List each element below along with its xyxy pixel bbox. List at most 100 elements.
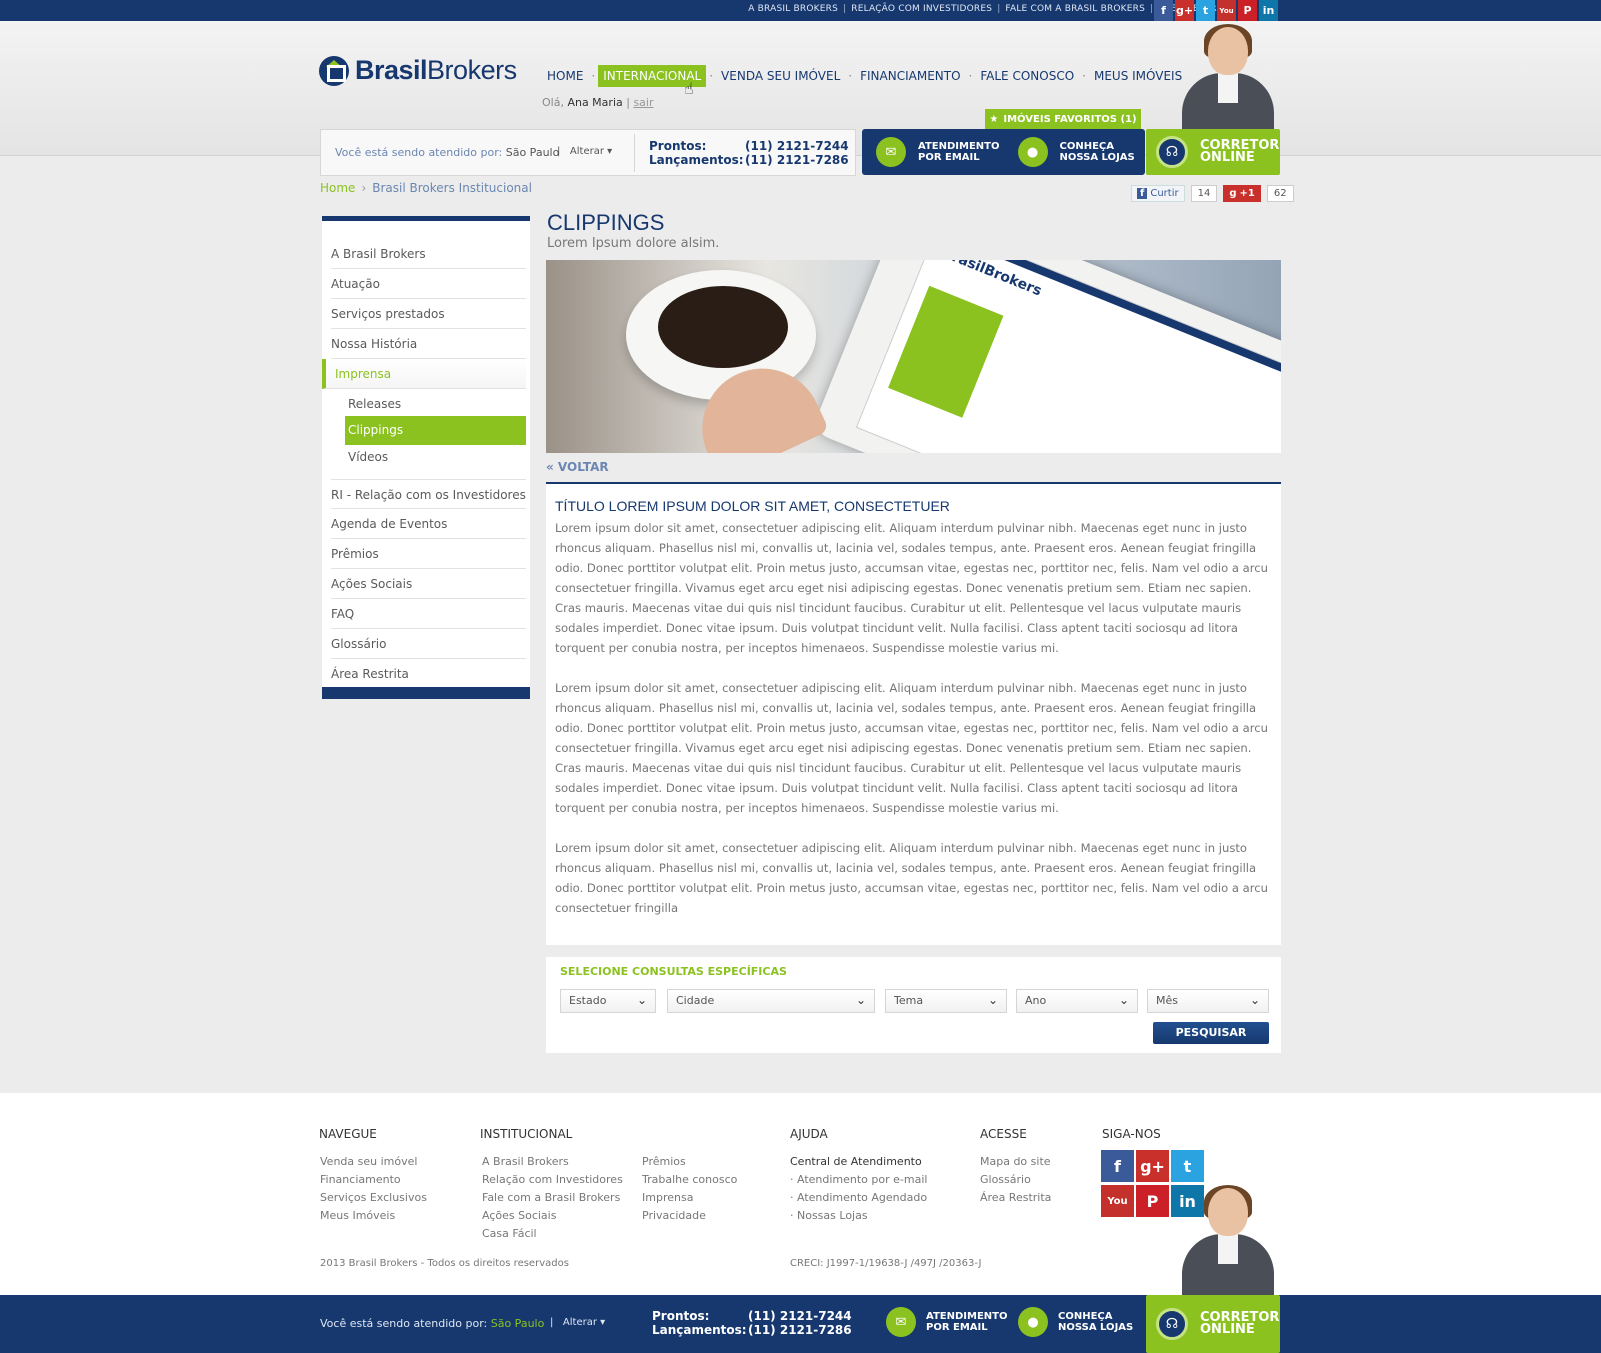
hero-image: BrasilBrokers — [546, 260, 1281, 453]
attendance-label: Você está sendo atendido por: São Paulo — [335, 146, 560, 159]
chevron-down-icon: ⌄ — [636, 993, 647, 1007]
our-stores-button[interactable]: ● CONHEÇA NOSSA LOJAS — [1018, 1307, 1133, 1337]
facebook-icon: f — [1137, 188, 1148, 199]
filter-panel: SELECIONE CONSULTAS ESPECÍFICAS Estado ⌄ … — [546, 957, 1281, 1053]
footer-link[interactable]: Trabalhe conosco — [642, 1173, 737, 1186]
footer-link[interactable]: · Atendimento por e-mail — [790, 1173, 927, 1186]
footer-link[interactable]: Ações Sociais — [482, 1209, 556, 1222]
estado-select[interactable]: Estado ⌄ — [560, 989, 656, 1013]
footer-link[interactable]: Casa Fácil — [482, 1227, 537, 1240]
top-link-fale[interactable]: FALE COM A BRASIL BROKERS — [1005, 4, 1145, 14]
pinterest-icon[interactable]: P — [1238, 0, 1257, 21]
chevron-down-icon: ⌄ — [1118, 993, 1129, 1007]
google-plus-button[interactable]: g +1 — [1223, 185, 1261, 202]
sidebar-item-imprensa[interactable]: Imprensa — [322, 359, 526, 389]
online-broker-button[interactable]: ☊ CORRETOR ONLINE — [1146, 129, 1280, 175]
back-link[interactable]: « VOLTAR — [546, 460, 609, 474]
sidebar-item-agenda[interactable]: Agenda de Eventos — [331, 509, 526, 539]
tablet-illustration: BrasilBrokers — [811, 260, 1281, 453]
footer-link[interactable]: Financiamento — [320, 1173, 401, 1186]
attendance-city: São Paulo — [505, 146, 560, 159]
nav-meus-imoveis[interactable]: MEUS IMÓVEIS — [1089, 65, 1187, 87]
footer-link[interactable]: Área Restrita — [980, 1191, 1051, 1204]
sidebar-item-premios[interactable]: Prêmios — [331, 539, 526, 569]
chevron-down-icon: ⌄ — [1249, 993, 1260, 1007]
footer-link[interactable]: · Nossas Lojas — [790, 1209, 868, 1222]
sidebar-item-atuacao[interactable]: Atuação — [331, 269, 526, 299]
agent-photo — [1178, 24, 1276, 137]
copyright: 2013 Brasil Brokers - Todos os direitos … — [320, 1258, 569, 1269]
footer-link[interactable]: Fale com a Brasil Brokers — [482, 1191, 620, 1204]
footer-link[interactable]: Relação com Investidores — [482, 1173, 623, 1186]
facebook-icon[interactable]: f — [1101, 1150, 1134, 1182]
footer-link[interactable]: Glossário — [980, 1173, 1031, 1186]
google-plus-icon[interactable]: g+ — [1175, 0, 1194, 21]
footer-link[interactable]: Central de Atendimento — [790, 1155, 922, 1168]
footer-link[interactable]: Venda seu imóvel — [320, 1155, 417, 1168]
footer-link[interactable]: Imprensa — [642, 1191, 693, 1204]
envelope-icon: ✉ — [876, 137, 906, 167]
facebook-like-button[interactable]: f Curtir — [1131, 185, 1185, 202]
google-plus-icon[interactable]: g+ — [1136, 1150, 1169, 1182]
nav-home[interactable]: HOME — [542, 65, 588, 87]
favorites-tab[interactable]: ★ IMÓVEIS FAVORITOS (1) — [985, 109, 1141, 129]
footer-link[interactable]: Meus Imóveis — [320, 1209, 395, 1222]
attendance-box: Você está sendo atendido por: São Paulo … — [320, 129, 856, 176]
sidebar-item-a-brasil-brokers[interactable]: A Brasil Brokers — [331, 239, 526, 269]
footer-link[interactable]: Serviços Exclusivos — [320, 1191, 427, 1204]
article-paragraph-1: Lorem ipsum dolor sit amet, consectetuer… — [555, 521, 1269, 655]
logout-link[interactable]: sair — [633, 96, 653, 109]
email-support-button[interactable]: ✉ ATENDIMENTO POR EMAIL — [886, 1307, 1007, 1337]
mes-select[interactable]: Mês ⌄ — [1147, 989, 1269, 1013]
nav-financiamento[interactable]: FINANCIAMENTO — [855, 65, 965, 87]
facebook-icon[interactable]: f — [1154, 0, 1173, 21]
top-link-investidores[interactable]: RELAÇÃO COM INVESTIDORES — [851, 4, 992, 14]
youtube-icon[interactable]: You — [1217, 0, 1236, 21]
footer-link[interactable]: Prêmios — [642, 1155, 686, 1168]
sidebar-item-area-restrita[interactable]: Área Restrita — [331, 659, 526, 689]
nav-venda-seu-imovel[interactable]: VENDA SEU IMÓVEL — [716, 65, 845, 87]
sidebar-item-glossario[interactable]: Glossário — [331, 629, 526, 659]
filter-title: SELECIONE CONSULTAS ESPECÍFICAS — [560, 965, 787, 978]
page-subtitle: Lorem Ipsum dolore alsim. — [547, 236, 720, 251]
article-paragraph-2: Lorem ipsum dolor sit amet, consectetuer… — [555, 681, 1269, 815]
sidebar-item-acoes-sociais[interactable]: Ações Sociais — [331, 569, 526, 599]
online-broker-button[interactable]: ☊ CORRETOR ONLINE — [1146, 1295, 1280, 1353]
attendance-city[interactable]: São Paulo — [491, 1317, 545, 1330]
ano-select[interactable]: Ano ⌄ — [1016, 989, 1138, 1013]
brand-logo[interactable]: BrasilBrokers — [319, 55, 517, 86]
change-city-button[interactable]: | Alterar ▾ — [557, 146, 612, 157]
change-city-button[interactable]: | Alterar ▾ — [550, 1317, 605, 1328]
nav-fale-conosco[interactable]: FALE CONOSCO — [975, 65, 1079, 87]
user-greeting: Olá, Ana Maria | sair — [542, 96, 654, 109]
sidebar-item-servicos[interactable]: Serviços prestados — [331, 299, 526, 329]
breadcrumb-home[interactable]: Home — [320, 181, 355, 195]
email-support-button[interactable]: ✉ ATENDIMENTO POR EMAIL — [862, 129, 1004, 175]
footer-link[interactable]: Mapa do site — [980, 1155, 1051, 1168]
search-button[interactable]: PESQUISAR — [1153, 1022, 1269, 1044]
plus-count: 62 — [1266, 185, 1294, 202]
footer-link[interactable]: Privacidade — [642, 1209, 706, 1222]
sidebar-sub-videos[interactable]: Vídeos — [345, 445, 526, 469]
footer-link[interactable]: A Brasil Brokers — [482, 1155, 569, 1168]
youtube-icon[interactable]: You — [1101, 1185, 1134, 1217]
tema-select[interactable]: Tema ⌄ — [885, 989, 1007, 1013]
footer-link[interactable]: · Atendimento Agendado — [790, 1191, 927, 1204]
top-bar: A BRASIL BROKERS | RELAÇÃO COM INVESTIDORE… — [0, 0, 1601, 21]
pinterest-icon[interactable]: P — [1136, 1185, 1169, 1217]
map-pin-icon: ● — [1018, 1307, 1048, 1337]
sidebar-sub-clippings[interactable]: Clippings — [345, 416, 526, 445]
sidebar-item-faq[interactable]: FAQ — [331, 599, 526, 629]
sidebar-sub-releases[interactable]: Releases — [345, 392, 526, 416]
chevron-down-icon: ⌄ — [855, 993, 866, 1007]
sidebar-item-ri[interactable]: RI - Relação com os Investidores — [331, 479, 526, 509]
cidade-select[interactable]: Cidade ⌄ — [667, 989, 875, 1013]
our-stores-button[interactable]: ● CONHEÇA NOSSA LOJAS — [1004, 129, 1146, 175]
twitter-icon[interactable]: t — [1171, 1150, 1204, 1182]
twitter-icon[interactable]: t — [1196, 0, 1215, 21]
phone-prontos: (11) 2121-7244 — [745, 139, 849, 153]
linkedin-icon[interactable]: in — [1259, 0, 1278, 21]
top-link-a-brasil-brokers[interactable]: A BRASIL BROKERS — [748, 4, 838, 14]
sidebar-item-historia[interactable]: Nossa História — [331, 329, 526, 359]
breadcrumb-current[interactable]: Brasil Brokers Institucional — [372, 181, 532, 195]
